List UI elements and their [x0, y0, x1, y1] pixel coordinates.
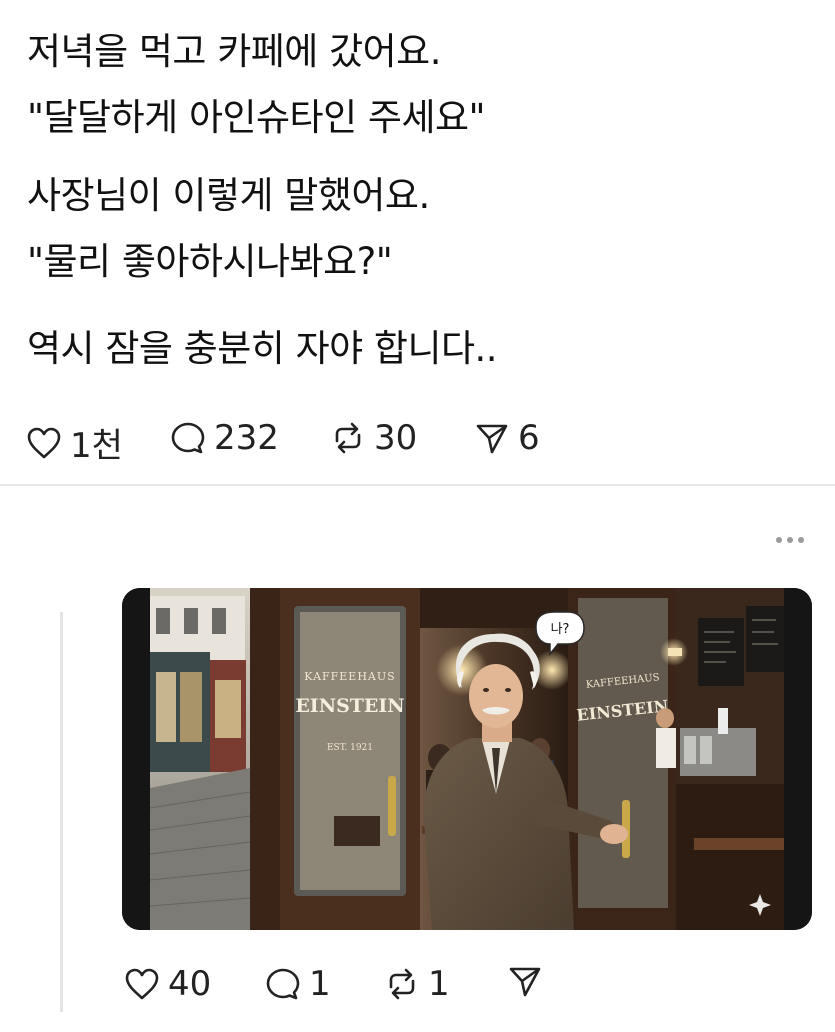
- post-text-line-3: 사장님이 이렇게 말했어요.: [27, 174, 430, 217]
- door-sign-line-3: EST. 1921: [327, 743, 373, 753]
- door-sign-line-1: KAFFEEHAUS: [304, 670, 395, 683]
- share-button[interactable]: 6: [474, 418, 540, 458]
- heart-icon: [27, 427, 61, 458]
- reply-like-button[interactable]: 40: [124, 964, 211, 1004]
- thread-line: [60, 612, 63, 1012]
- post-text-line-2: "달달하게 아인슈타인 주세요": [27, 96, 486, 139]
- reply-like-count: 40: [168, 964, 212, 1004]
- reply-comment-button[interactable]: 1: [265, 964, 331, 1004]
- post-text-line-5: 역시 잠을 충분히 자야 합니다..: [27, 327, 498, 370]
- reply-comment-count: 1: [309, 964, 331, 1004]
- share-count: 6: [518, 418, 540, 458]
- reply-actions: 40 1 1: [0, 964, 835, 1004]
- door-sign-line-2: EINSTEIN: [295, 695, 404, 717]
- speech-bubble-text: 나?: [551, 622, 570, 637]
- reply-repost-count: 1: [428, 964, 450, 1004]
- reply-share-button[interactable]: [507, 964, 543, 998]
- send-icon: [509, 967, 541, 997]
- like-count: 1천: [70, 426, 123, 466]
- reply-image[interactable]: KAFFEEHAUS EINSTEIN EST. 1921 KAFFEEHAUS…: [122, 588, 812, 930]
- post-text-line-4: "물리 좋아하시나봐요?": [27, 240, 393, 283]
- like-button[interactable]: 1천: [26, 418, 123, 467]
- comment-bubble-icon: [171, 422, 205, 454]
- repost-icon: [335, 422, 361, 454]
- more-dots-icon[interactable]: [776, 537, 804, 543]
- comment-count: 232: [214, 418, 279, 458]
- post-actions: 1천 232 30 6: [0, 418, 835, 466]
- repost-count: 30: [374, 418, 418, 458]
- heart-icon: [125, 968, 159, 1000]
- comment-bubble-icon: [266, 968, 300, 1000]
- repost-icon: [389, 968, 415, 1000]
- reply-repost-button[interactable]: 1: [384, 964, 450, 1004]
- send-icon: [476, 424, 508, 454]
- divider: [0, 484, 835, 486]
- post-text-line-1: 저녁을 먹고 카페에 갔어요.: [27, 30, 441, 73]
- comment-button[interactable]: 232: [170, 418, 279, 458]
- repost-button[interactable]: 30: [330, 418, 417, 458]
